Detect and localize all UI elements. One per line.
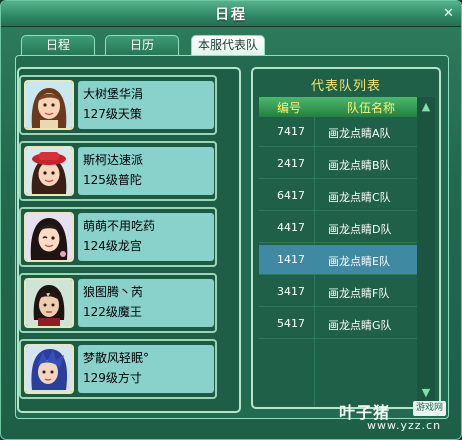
site-watermark: 叶子猪 游戏网 www.yzz.cn [339, 397, 455, 435]
table-row[interactable]: 6417 画龙点睛C队 [259, 181, 417, 211]
member-name: 梦散风轻眠° [83, 351, 150, 365]
member-name: 萌萌不用吃药 [83, 219, 156, 233]
team-list-scrollbar[interactable]: ▲ ▼ [417, 97, 435, 403]
team-number: 1417 [277, 253, 305, 266]
tab-schedule[interactable]: 日程 [21, 35, 95, 55]
member-card[interactable]: 萌萌不用吃药 124级龙宫 [19, 207, 217, 267]
member-name: 狼图腾丶芮 [83, 285, 144, 299]
team-name: 画龙点睛F队 [328, 287, 390, 300]
column-header-team-name: 队伍名称 [347, 101, 396, 115]
team-name: 画龙点睛C队 [328, 191, 391, 204]
column-header-number: 编号 [277, 101, 302, 115]
member-name: 斯柯达速派 [83, 153, 144, 167]
watermark-url: www.yzz.cn [367, 419, 442, 432]
close-icon[interactable]: ✕ [441, 6, 456, 21]
member-name: 大树堡华涓 [83, 87, 144, 101]
girl-brown-hair-icon [24, 80, 74, 130]
team-name: 画龙点睛A队 [328, 127, 391, 140]
member-level: 125级普陀 [83, 173, 142, 187]
girl-red-hat-icon [24, 146, 74, 196]
boy-dark-hair-icon [24, 278, 74, 328]
table-row[interactable]: 7417 画龙点睛A队 [259, 117, 417, 147]
window-title: 日程 [215, 7, 247, 23]
team-number: 4417 [277, 221, 305, 234]
team-list-panel: 代表队列表 编号 队伍名称 7417 画龙点睛A队 2417 画龙点睛B队 64… [251, 67, 441, 409]
team-list-title: 代表队列表 [310, 79, 381, 94]
member-card[interactable]: 狼图腾丶芮 122级魔王 [19, 273, 217, 333]
scroll-up-icon[interactable]: ▲ [418, 99, 434, 115]
member-level: 127级天策 [83, 107, 142, 121]
table-row-selected[interactable]: 1417 画龙点睛E队 [259, 245, 417, 275]
team-number: 3417 [277, 285, 305, 298]
team-name: 画龙点睛G队 [328, 319, 392, 332]
tab-calendar[interactable]: 日历 [105, 35, 179, 55]
team-number: 2417 [277, 157, 305, 170]
member-level: 122级魔王 [83, 305, 142, 319]
member-card[interactable]: 梦散风轻眠° 129级方寸 [19, 339, 217, 399]
team-number: 6417 [277, 189, 305, 202]
girl-winking-icon [24, 212, 74, 262]
team-name: 画龙点睛D队 [328, 223, 392, 236]
table-header: 编号 队伍名称 [259, 97, 417, 117]
member-level: 124级龙宫 [83, 239, 142, 253]
table-row[interactable]: 2417 画龙点睛B队 [259, 149, 417, 179]
boy-blue-hair-icon [24, 344, 74, 394]
member-level: 129级方寸 [83, 371, 142, 385]
watermark-badge: 游戏网 [413, 401, 447, 416]
title-bar[interactable]: 日程 ✕ [1, 1, 461, 27]
table-row[interactable]: 5417 画龙点睛G队 [259, 309, 417, 339]
table-row[interactable]: 4417 画龙点睛D队 [259, 213, 417, 243]
table-row[interactable]: 3417 画龙点睛F队 [259, 277, 417, 307]
member-card[interactable]: 斯柯达速派 125级普陀 [19, 141, 217, 201]
schedule-window: 日程 ✕ 日程 日历 本服代表队 大树堡华涓 127级天策 斯柯达速派 125级… [0, 0, 462, 440]
team-name: 画龙点睛B队 [328, 159, 391, 172]
team-name: 画龙点睛E队 [328, 255, 390, 268]
team-number: 7417 [277, 125, 305, 138]
tab-server-team[interactable]: 本服代表队 [191, 35, 265, 56]
team-number: 5417 [277, 317, 305, 330]
member-card[interactable]: 大树堡华涓 127级天策 [19, 75, 217, 135]
